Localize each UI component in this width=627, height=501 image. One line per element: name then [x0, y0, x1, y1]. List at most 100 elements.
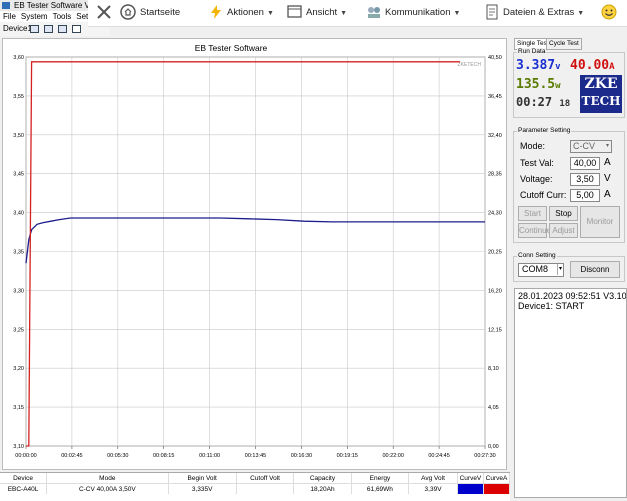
stop-button[interactable]: Stop	[549, 206, 578, 221]
log-line: Device1: START	[518, 301, 585, 311]
comm-group: Conn Setting COM8 ▾ Disconn	[513, 252, 625, 282]
cell-energy: 61,69Wh	[351, 483, 410, 494]
voltage-readout: 3.387v	[516, 58, 561, 73]
chart-title: EB Tester Software	[195, 43, 268, 53]
y-right-tick-label: 4,05	[488, 405, 499, 411]
view-icon	[287, 5, 302, 18]
voltage-unit: V	[604, 173, 611, 184]
mode-select[interactable]: C-CV ▾	[570, 140, 612, 153]
cutoff-input[interactable]: 5,00	[570, 189, 600, 202]
mode-label: Mode:	[520, 141, 546, 151]
y-right-tick-label: 28,35	[488, 172, 502, 178]
test-val-unit: A	[604, 157, 611, 168]
y-right-tick-label: 40,50	[488, 55, 502, 61]
col-begin-volt: Begin Volt	[168, 473, 237, 484]
x-tick-label: 00:11:00	[199, 453, 220, 459]
lightning-icon	[211, 5, 221, 19]
menu-file[interactable]: File	[3, 12, 16, 21]
y-left-tick-label: 3,20	[13, 366, 24, 372]
home-icon[interactable]	[120, 4, 136, 20]
x-tick-label: 00:19:15	[337, 453, 358, 459]
disconnect-button[interactable]: Disconn	[570, 261, 620, 278]
run-data-title: Run Data	[517, 48, 547, 55]
cutoff-unit: A	[604, 189, 611, 200]
table-row[interactable]: EBC-A40L C-CV 40,00A 3,50V 3,335V 18,20A…	[0, 483, 511, 494]
cell-avg-volt: 3,39V	[408, 483, 458, 494]
export-icon[interactable]	[58, 25, 67, 33]
chart-panel: EB Tester Software ZKETECH 00:00:00 00:02…	[2, 38, 507, 470]
monitor-button[interactable]: Monitor	[580, 206, 620, 238]
save-icon[interactable]	[30, 25, 39, 33]
col-avg-volt: Avg Volt	[408, 473, 458, 484]
files-icon	[486, 4, 498, 20]
y-right-tick-label: 0,00	[488, 444, 499, 450]
open-icon[interactable]	[44, 25, 53, 33]
files-menu[interactable]: Dateien & Extras ▼	[503, 0, 584, 26]
menu-tools[interactable]: Tools	[53, 12, 72, 21]
col-cutoff-volt: Cutoff Volt	[236, 473, 295, 484]
app-icon	[2, 2, 10, 9]
tab-cycle-test[interactable]: Cycle Test	[546, 38, 582, 50]
y-left-tick-label: 3,15	[13, 405, 24, 411]
y-left-tick-label: 3,55	[13, 94, 24, 100]
parameter-group: Parameter Setting Mode: C-CV ▾ Test Val: …	[513, 127, 625, 243]
y-left-tick-label: 3,25	[13, 327, 24, 333]
voltage-input[interactable]: 3,50	[570, 173, 600, 186]
x-tick-label: 00:27:30	[474, 453, 495, 459]
log-line: 28.01.2023 09:52:51 V3.10	[518, 291, 627, 301]
actions-menu[interactable]: Aktionen ▼	[227, 0, 274, 26]
col-energy: Energy	[351, 473, 410, 484]
x-tick-label: 00:05:30	[107, 453, 128, 459]
curve-v-swatch	[457, 483, 484, 494]
test-val-label: Test Val:	[520, 158, 554, 168]
y-left-tick-label: 3,40	[13, 211, 24, 217]
y-right-tick-label: 36,45	[488, 94, 502, 100]
col-curve-a: CurveA	[483, 473, 511, 484]
search-icon[interactable]	[72, 25, 81, 33]
cell-capacity: 18,20Ah	[293, 483, 352, 494]
x-tick-label: 00:16:30	[291, 453, 312, 459]
cell-mode: C-CV 40,00A 3,50V	[46, 483, 169, 494]
continue-button[interactable]: Continue	[518, 223, 551, 238]
x-tick-label: 00:00:00	[15, 453, 36, 459]
device-label: Device1	[3, 24, 32, 33]
cell-begin-volt: 3,335V	[168, 483, 237, 494]
smiley-icon[interactable]	[601, 4, 617, 20]
x-tick-label: 00:13:45	[245, 453, 266, 459]
communication-menu[interactable]: Kommunikation ▼	[385, 0, 460, 26]
run-data-group: Run Data 3.387v 40.00A 135.5w 00:27 18 Z…	[513, 48, 625, 118]
x-tick-label: 00:08:15	[153, 453, 174, 459]
col-capacity: Capacity	[293, 473, 352, 484]
parameter-title: Parameter Setting	[517, 127, 572, 134]
port-select[interactable]: COM8 ▾	[518, 263, 564, 277]
x-tick-label: 00:24:45	[428, 453, 449, 459]
col-mode: Mode	[46, 473, 169, 484]
y-left-tick-label: 3,45	[13, 172, 24, 178]
home-link[interactable]: Startseite	[140, 0, 180, 26]
start-button[interactable]: Start	[518, 206, 547, 221]
voltage-current-chart: EB Tester Software ZKETECH 00:00:00 00:02…	[13, 43, 502, 459]
y-right-tick-label: 32,40	[488, 133, 502, 139]
results-table: Device Mode Begin Volt Cutoff Volt Capac…	[0, 472, 511, 501]
close-icon[interactable]	[96, 4, 112, 20]
voltage-label: Voltage:	[520, 174, 553, 184]
cell-device: EBC-A40L	[0, 483, 48, 494]
y-left-tick-label: 3,10	[13, 444, 24, 450]
y-right-tick-label: 16,20	[488, 288, 502, 294]
test-val-input[interactable]: 40,00	[570, 157, 600, 170]
curve-a-swatch	[483, 483, 511, 494]
cutoff-label: Cutoff Curr:	[520, 190, 567, 200]
y-left-tick-label: 3,35	[13, 250, 24, 256]
current-readout: 40.00A	[570, 58, 615, 73]
adjust-button[interactable]: Adjust	[549, 223, 578, 238]
power-readout: 135.5w	[516, 77, 561, 92]
communication-icon	[368, 7, 380, 18]
comm-title: Conn Setting	[517, 252, 557, 259]
zketech-logo: ZKE TECH	[580, 75, 622, 113]
y-right-tick-label: 8,10	[488, 366, 499, 372]
menu-system[interactable]: System	[21, 12, 48, 21]
view-menu[interactable]: Ansicht ▼	[306, 0, 347, 26]
y-right-tick-label: 20,25	[488, 250, 502, 256]
y-left-tick-label: 3,30	[13, 288, 24, 294]
browser-toolbar: Startseite Aktionen ▼ Ansicht ▼ Kommunikat…	[88, 0, 627, 27]
